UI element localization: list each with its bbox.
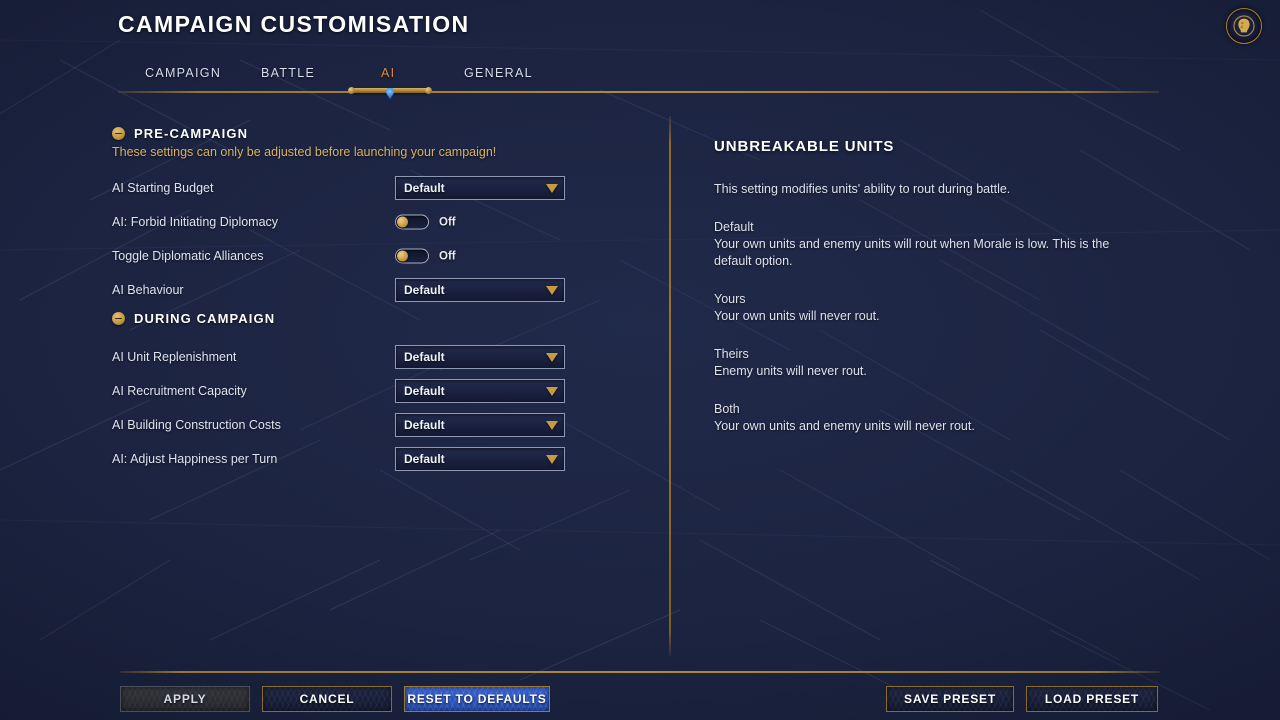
setting-label: AI Building Construction Costs (112, 418, 281, 432)
toggle-state-label: Off (439, 216, 456, 228)
settings-rows-pre-campaign: AI Starting Budget Default AI: Forbid In… (112, 171, 582, 307)
setting-row-ai-behaviour: AI Behaviour Default (112, 273, 582, 307)
setting-control: Default (395, 379, 565, 403)
setting-control: Default (395, 176, 565, 200)
dropdown-ai-unit-replenishment[interactable]: Default (395, 345, 565, 369)
setting-control: Default (395, 447, 565, 471)
info-panel-title: UNBREAKABLE UNITS (714, 138, 895, 155)
tab-rail (118, 91, 1159, 93)
chevron-down-icon (546, 386, 558, 396)
setting-control: Default (395, 345, 565, 369)
section-note-pre-campaign: These settings can only be adjusted befo… (112, 145, 497, 159)
setting-control: Default (395, 413, 565, 437)
info-option-name: Theirs (714, 347, 749, 361)
toggle-state-label: Off (439, 250, 456, 262)
dropdown-value: Default (404, 452, 445, 466)
dropdown-value: Default (404, 384, 445, 398)
chevron-down-icon (546, 352, 558, 362)
dropdown-ai-starting-budget[interactable]: Default (395, 176, 565, 200)
setting-control: Off (395, 248, 456, 264)
chevron-down-icon (546, 420, 558, 430)
setting-label: AI Behaviour (112, 283, 184, 297)
section-title: DURING CAMPAIGN (134, 311, 276, 326)
section-header-during-campaign[interactable]: DURING CAMPAIGN (112, 311, 582, 326)
dropdown-ai-recruitment-capacity[interactable]: Default (395, 379, 565, 403)
toggle-knob (397, 250, 408, 262)
info-option-both: Both Your own units and enemy units will… (714, 401, 1134, 435)
info-option-name: Yours (714, 292, 746, 306)
reset-to-defaults-button[interactable]: RESET TO DEFAULTS (404, 686, 550, 712)
toggle-group: Off (395, 214, 456, 230)
setting-label: AI Unit Replenishment (112, 350, 237, 364)
save-preset-button[interactable]: SAVE PRESET (886, 686, 1014, 712)
chevron-down-icon (546, 285, 558, 295)
tab-ai[interactable]: AI (381, 66, 395, 88)
info-option-desc: Your own units and enemy units will neve… (714, 419, 975, 433)
dropdown-value: Default (404, 283, 445, 297)
info-option-desc: Your own units and enemy units will rout… (714, 237, 1110, 268)
setting-label: Toggle Diplomatic Alliances (112, 249, 264, 263)
section-header-pre-campaign[interactable]: PRE-CAMPAIGN (112, 126, 582, 141)
cancel-button[interactable]: CANCEL (262, 686, 392, 712)
settings-column: PRE-CAMPAIGN These settings can only be … (112, 126, 582, 476)
info-panel-lead: This setting modifies units' ability to … (714, 182, 1011, 196)
setting-row-ai-adjust-happiness-per-turn: AI: Adjust Happiness per Turn Default (112, 442, 582, 476)
info-option-name: Default (714, 220, 754, 234)
setting-label: AI: Forbid Initiating Diplomacy (112, 215, 279, 229)
collapse-minus-icon[interactable] (112, 312, 125, 325)
dropdown-ai-building-construction-costs[interactable]: Default (395, 413, 565, 437)
setting-row-ai-forbid-initiating-diplomacy: AI: Forbid Initiating Diplomacy Off (112, 205, 582, 239)
info-option-theirs: Theirs Enemy units will never rout. (714, 346, 1134, 380)
setting-row-toggle-diplomatic-alliances: Toggle Diplomatic Alliances Off (112, 239, 582, 273)
info-panel: UNBREAKABLE UNITS This setting modifies … (714, 138, 1134, 456)
dropdown-value: Default (404, 350, 445, 364)
setting-control: Default (395, 278, 565, 302)
column-divider (669, 116, 671, 656)
toggle-diplomatic-alliances[interactable] (395, 248, 429, 264)
section-title: PRE-CAMPAIGN (134, 126, 249, 141)
toggle-knob (397, 216, 408, 228)
info-option-desc: Enemy units will never rout. (714, 364, 867, 378)
collapse-minus-icon[interactable] (112, 127, 125, 140)
dropdown-value: Default (404, 418, 445, 432)
tab-general[interactable]: GENERAL (464, 66, 533, 88)
setting-row-ai-unit-replenishment: AI Unit Replenishment Default (112, 340, 582, 374)
dropdown-ai-adjust-happiness-per-turn[interactable]: Default (395, 447, 565, 471)
info-option-default: Default Your own units and enemy units w… (714, 219, 1134, 270)
chevron-down-icon (546, 183, 558, 193)
info-option-yours: Yours Your own units will never rout. (714, 291, 1134, 325)
apply-button[interactable]: APPLY (120, 686, 250, 712)
tab-battle[interactable]: BATTLE (261, 66, 315, 88)
dropdown-ai-behaviour[interactable]: Default (395, 278, 565, 302)
active-tab-gem-icon (385, 88, 395, 99)
toggle-ai-forbid-initiating-diplomacy[interactable] (395, 214, 429, 230)
footer-divider (120, 671, 1160, 673)
chevron-down-icon (546, 454, 558, 464)
setting-label: AI Recruitment Capacity (112, 384, 247, 398)
dropdown-value: Default (404, 181, 445, 195)
info-option-desc: Your own units will never rout. (714, 309, 880, 323)
setting-row-ai-recruitment-capacity: AI Recruitment Capacity Default (112, 374, 582, 408)
setting-label: AI: Adjust Happiness per Turn (112, 452, 278, 466)
toggle-group: Off (395, 248, 456, 264)
setting-label: AI Starting Budget (112, 181, 214, 195)
setting-control: Off (395, 214, 456, 230)
settings-rows-during-campaign: AI Unit Replenishment Default AI Recruit… (112, 340, 582, 476)
tab-campaign[interactable]: CAMPAIGN (145, 66, 221, 88)
faction-head-emblem-icon[interactable] (1226, 8, 1262, 44)
tab-bar: CAMPAIGN BATTLE AI GENERAL (118, 66, 1159, 99)
setting-row-ai-building-construction-costs: AI Building Construction Costs Default (112, 408, 582, 442)
setting-row-ai-starting-budget: AI Starting Budget Default (112, 171, 582, 205)
load-preset-button[interactable]: LOAD PRESET (1026, 686, 1158, 712)
info-option-name: Both (714, 402, 740, 416)
page-title: CAMPAIGN CUSTOMISATION (118, 11, 470, 37)
